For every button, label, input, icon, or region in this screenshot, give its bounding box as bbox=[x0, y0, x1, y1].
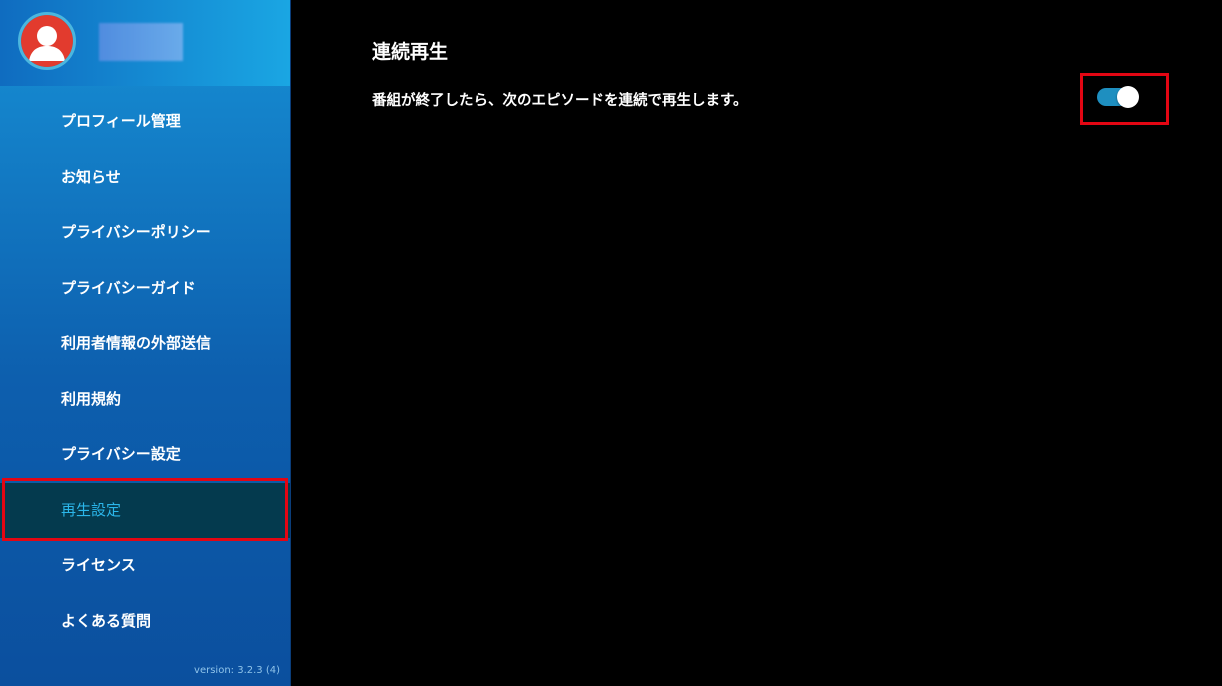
sidebar-item-privacy-policy[interactable]: プライバシーポリシー bbox=[0, 205, 290, 261]
sidebar: プロフィール管理 お知らせ プライバシーポリシー プライバシーガイド 利用者情報… bbox=[0, 0, 291, 686]
autoplay-description: 番組が終了したら、次のエピソードを連続で再生します。 bbox=[372, 93, 748, 109]
autoplay-title: 連続再生 bbox=[372, 41, 449, 63]
user-avatar-icon[interactable] bbox=[18, 12, 76, 70]
sidebar-item-faq[interactable]: よくある質問 bbox=[0, 594, 290, 650]
main-panel: 連続再生 番組が終了したら、次のエピソードを連続で再生します。 bbox=[291, 0, 1222, 686]
sidebar-item-profile-management[interactable]: プロフィール管理 bbox=[0, 94, 290, 150]
version-label: version: 3.2.3 (4) bbox=[194, 665, 280, 676]
sidebar-item-privacy-guide[interactable]: プライバシーガイド bbox=[0, 261, 290, 317]
sidebar-item-licenses[interactable]: ライセンス bbox=[0, 538, 290, 594]
profile-header[interactable] bbox=[0, 0, 290, 86]
sidebar-item-external-data-transmission[interactable]: 利用者情報の外部送信 bbox=[0, 316, 290, 372]
sidebar-menu: プロフィール管理 お知らせ プライバシーポリシー プライバシーガイド 利用者情報… bbox=[0, 94, 290, 649]
profile-name-redacted bbox=[99, 23, 183, 61]
autoplay-toggle[interactable] bbox=[1097, 86, 1139, 108]
sidebar-item-terms-of-use[interactable]: 利用規約 bbox=[0, 372, 290, 428]
app-window: プロフィール管理 お知らせ プライバシーポリシー プライバシーガイド 利用者情報… bbox=[0, 0, 1222, 686]
sidebar-item-playback-settings[interactable]: 再生設定 bbox=[0, 477, 290, 540]
toggle-knob[interactable] bbox=[1117, 86, 1139, 108]
sidebar-item-notices[interactable]: お知らせ bbox=[0, 150, 290, 206]
sidebar-item-privacy-settings[interactable]: プライバシー設定 bbox=[0, 427, 290, 483]
